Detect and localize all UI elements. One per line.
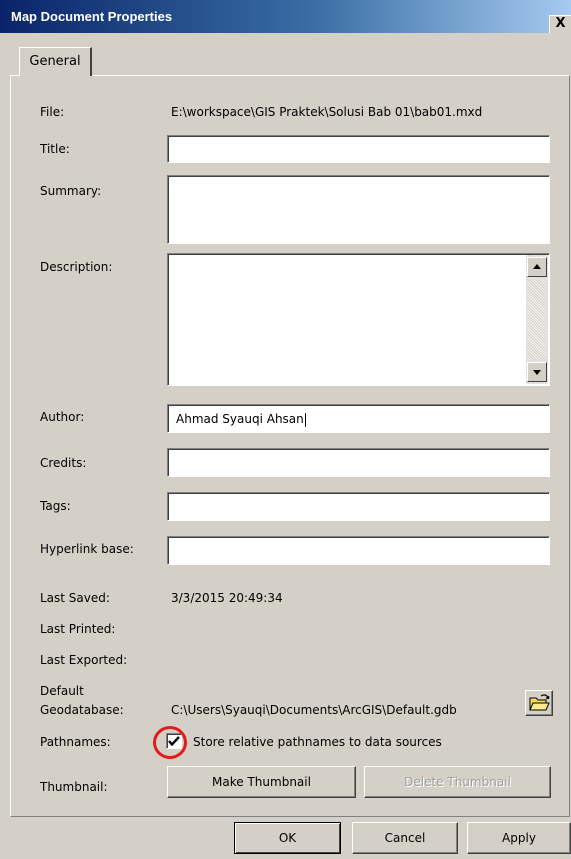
close-icon: X — [555, 16, 566, 31]
window-title: Map Document Properties — [11, 9, 173, 24]
store-relative-pathnames-label[interactable]: Store relative pathnames to data sources — [193, 735, 442, 749]
last-saved-label: Last Saved: — [40, 591, 110, 605]
file-path-value: E:\workspace\GIS Praktek\Solusi Bab 01\b… — [171, 105, 483, 119]
tags-label: Tags: — [40, 499, 71, 513]
default-geodatabase-label-line2: Geodatabase: — [40, 703, 124, 717]
description-field[interactable] — [167, 253, 550, 386]
tab-general[interactable]: General — [19, 47, 92, 76]
description-label: Description: — [40, 260, 113, 274]
last-exported-label: Last Exported: — [40, 653, 128, 667]
apply-button[interactable]: Apply — [467, 822, 571, 854]
close-button[interactable]: X — [549, 15, 571, 33]
file-label: File: — [40, 105, 65, 119]
title-field[interactable] — [167, 135, 550, 163]
ok-button[interactable]: OK — [234, 822, 341, 854]
apply-button-label: Apply — [502, 831, 536, 845]
author-label: Author: — [40, 410, 85, 424]
browse-geodatabase-button[interactable] — [525, 690, 553, 716]
cancel-button-label: Cancel — [384, 831, 426, 845]
open-folder-icon — [529, 694, 550, 711]
summary-label: Summary: — [40, 184, 102, 198]
credits-label: Credits: — [40, 456, 87, 470]
last-saved-value: 3/3/2015 20:49:34 — [171, 591, 283, 605]
pathnames-label: Pathnames: — [40, 735, 111, 749]
scroll-down-button[interactable] — [527, 362, 547, 382]
author-field-value: Ahmad Syauqi Ahsan — [176, 412, 306, 427]
hyperlink-base-label: Hyperlink base: — [40, 542, 134, 556]
default-geodatabase-label-line1: Default — [40, 684, 84, 698]
summary-field[interactable] — [167, 175, 550, 244]
default-geodatabase-value: C:\Users\Syauqi\Documents\ArcGIS\Default… — [171, 703, 457, 717]
ok-button-label: OK — [278, 831, 297, 845]
description-scrollbar[interactable] — [526, 255, 548, 384]
title-label: Title: — [40, 142, 70, 156]
make-thumbnail-button-label: Make Thumbnail — [212, 775, 311, 789]
credits-field[interactable] — [167, 448, 550, 477]
hyperlink-base-field[interactable] — [167, 536, 550, 565]
delete-thumbnail-button: Delete Thumbnail — [364, 766, 551, 798]
delete-thumbnail-button-label: Delete Thumbnail — [404, 775, 511, 789]
make-thumbnail-button[interactable]: Make Thumbnail — [167, 766, 356, 798]
text-caret — [304, 412, 306, 427]
scroll-down-arrow-icon — [533, 370, 541, 375]
scroll-up-arrow-icon — [533, 264, 541, 269]
map-document-properties-dialog: Map Document Properties X General File: … — [0, 0, 571, 859]
last-printed-label: Last Printed: — [40, 622, 116, 636]
thumbnail-label: Thumbnail: — [40, 780, 108, 794]
tab-general-label: General — [29, 54, 81, 69]
scroll-up-button[interactable] — [527, 257, 547, 277]
title-bar[interactable]: Map Document Properties X — [0, 0, 571, 33]
tags-field[interactable] — [167, 492, 550, 521]
cancel-button[interactable]: Cancel — [352, 822, 458, 854]
author-field[interactable]: Ahmad Syauqi Ahsan — [167, 404, 550, 433]
highlight-circle-annotation — [153, 726, 187, 759]
